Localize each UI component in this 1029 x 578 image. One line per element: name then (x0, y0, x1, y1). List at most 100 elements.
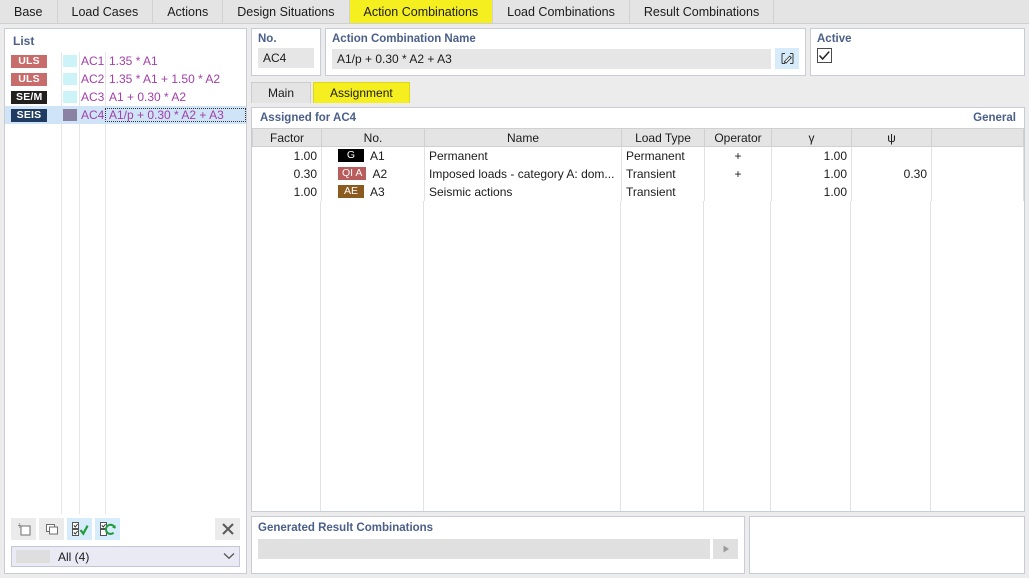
cell-no[interactable]: QI A A2 (321, 164, 425, 183)
tab-action-combinations[interactable]: Action Combinations (349, 0, 494, 23)
header-fields-row: No. AC4 Action Combination Name A1/p + 0… (251, 28, 1025, 76)
list-item[interactable]: ULS AC2 1.35 * A1 + 1.50 * A2 (5, 70, 246, 88)
list-item-situation-cell: ULS (5, 72, 61, 86)
column-header-load-type[interactable]: Load Type (621, 128, 705, 147)
table-empty-area[interactable] (252, 200, 1024, 511)
cell-name[interactable]: Seismic actions (424, 182, 622, 201)
cell-extra (931, 164, 1024, 183)
action-badge: G (338, 149, 364, 163)
list-item-color-cell (61, 73, 79, 85)
table-row[interactable]: 0.30 QI A A2 Imposed loads - category A:… (252, 164, 1024, 183)
combination-list-panel: List ULS AC1 1.35 * A1 ULS AC2 1.35 * A1… (4, 28, 247, 574)
cell-operator[interactable] (704, 182, 772, 201)
cell-psi[interactable]: 0.30 (851, 164, 932, 183)
list-item-formula[interactable]: 1.35 * A1 (105, 54, 246, 68)
main-tab-bar: Base Load Cases Actions Design Situation… (0, 0, 1029, 24)
column-header-no[interactable]: No. (321, 128, 425, 147)
name-input-row: A1/p + 0.30 * A2 + A3 (332, 48, 799, 69)
cell-operator[interactable]: + (704, 164, 772, 183)
action-no: A1 (370, 148, 385, 163)
checkmark-icon (818, 51, 830, 61)
edit-name-button[interactable] (775, 48, 799, 69)
detail-subtab-bar: Main Assignment (251, 82, 1025, 103)
list-item-no: AC4 (81, 108, 105, 122)
tab-base[interactable]: Base (0, 0, 58, 23)
active-checkbox[interactable] (817, 48, 832, 63)
list-item-no: AC2 (81, 72, 105, 86)
assignment-table: Factor No. Name Load Type Operator γ ψ 1… (252, 128, 1024, 201)
window-body: List ULS AC1 1.35 * A1 ULS AC2 1.35 * A1… (0, 24, 1029, 578)
cell-factor[interactable]: 1.00 (252, 182, 322, 201)
generated-result-input[interactable] (258, 539, 710, 559)
list-filter-wrap: All (4) (5, 544, 246, 573)
tab-design-situations[interactable]: Design Situations (223, 0, 350, 23)
tab-load-combinations[interactable]: Load Combinations (493, 0, 630, 23)
column-header-name[interactable]: Name (424, 128, 622, 147)
play-icon[interactable] (713, 539, 738, 559)
tab-result-combinations[interactable]: Result Combinations (629, 0, 775, 23)
cell-name[interactable]: Imposed loads - category A: dom... (424, 164, 622, 183)
subtab-main[interactable]: Main (251, 82, 312, 103)
list-item-formula[interactable]: A1 + 0.30 * A2 (105, 90, 246, 104)
list-item-situation-cell: SEIS (5, 108, 61, 122)
assignment-panel: Assigned for AC4 General Factor No. Name… (251, 107, 1025, 512)
cell-gamma[interactable]: 1.00 (771, 182, 852, 201)
subtab-assignment[interactable]: Assignment (313, 82, 410, 103)
list-item[interactable]: SE/M AC3 A1 + 0.30 * A2 (5, 88, 246, 106)
list-item-formula[interactable]: 1.35 * A1 + 1.50 * A2 (105, 72, 246, 86)
column-header-factor[interactable]: Factor (252, 128, 322, 147)
color-swatch (63, 91, 77, 103)
no-value: AC4 (258, 48, 314, 68)
column-header-gamma[interactable]: γ (771, 128, 852, 147)
assigned-for-title: Assigned for AC4 (260, 112, 357, 124)
cell-factor[interactable]: 1.00 (252, 146, 322, 165)
cell-no[interactable]: G A1 (321, 146, 425, 165)
select-all-button[interactable] (67, 518, 92, 540)
cell-factor[interactable]: 0.30 (252, 164, 322, 183)
cell-load-type[interactable]: Transient (621, 164, 705, 183)
column-header-operator[interactable]: Operator (704, 128, 772, 147)
list-filter-dropdown[interactable]: All (4) (11, 546, 240, 567)
list-item-formula[interactable]: A1/p + 0.30 * A2 + A3 (105, 108, 246, 122)
cell-psi[interactable] (851, 146, 932, 165)
tab-bar-spacer (774, 0, 1029, 23)
color-swatch (63, 109, 77, 121)
cell-gamma[interactable]: 1.00 (771, 164, 852, 183)
generated-result-combinations-box: Generated Result Combinations (251, 516, 745, 574)
cell-load-type[interactable]: Transient (621, 182, 705, 201)
active-label: Active (817, 33, 852, 45)
list-item-no: AC3 (81, 90, 105, 104)
tab-load-cases[interactable]: Load Cases (57, 0, 154, 23)
cell-load-type[interactable]: Permanent (621, 146, 705, 165)
new-combination-button[interactable] (11, 518, 36, 540)
list-item-color-cell (61, 109, 79, 121)
cell-psi[interactable] (851, 182, 932, 201)
cell-operator[interactable]: + (704, 146, 772, 165)
name-fieldbox: Action Combination Name A1/p + 0.30 * A2… (325, 28, 806, 76)
table-row[interactable]: 1.00 AE A3 Seismic actions Transient 1.0… (252, 182, 1024, 201)
combination-list[interactable]: ULS AC1 1.35 * A1 ULS AC2 1.35 * A1 + 1.… (5, 52, 246, 514)
list-item[interactable]: ULS AC1 1.35 * A1 (5, 52, 246, 70)
delete-combination-button[interactable] (215, 518, 240, 540)
copy-combination-button[interactable] (39, 518, 64, 540)
situation-badge: SE/M (11, 90, 48, 104)
cell-no[interactable]: AE A3 (321, 182, 425, 201)
column-header-psi[interactable]: ψ (851, 128, 932, 147)
active-fieldbox: Active (810, 28, 1025, 76)
cell-gamma[interactable]: 1.00 (771, 146, 852, 165)
tab-actions[interactable]: Actions (153, 0, 224, 23)
column-header-extra[interactable] (931, 128, 1024, 147)
generated-label: Generated Result Combinations (258, 522, 434, 534)
color-swatch (63, 55, 77, 67)
action-badge: QI A (338, 167, 367, 180)
combination-name-input[interactable]: A1/p + 0.30 * A2 + A3 (332, 48, 771, 69)
list-item-situation-cell: SE/M (5, 90, 61, 104)
cell-extra (931, 182, 1024, 201)
cell-name[interactable]: Permanent (424, 146, 622, 165)
action-no: A3 (370, 184, 385, 199)
table-row[interactable]: 1.00 G A1 Permanent Permanent + 1.00 (252, 146, 1024, 165)
list-item[interactable]: SEIS AC4 A1/p + 0.30 * A2 + A3 (5, 106, 246, 124)
invert-selection-button[interactable] (95, 518, 120, 540)
action-no: A2 (372, 166, 388, 181)
general-label: General (973, 112, 1016, 124)
